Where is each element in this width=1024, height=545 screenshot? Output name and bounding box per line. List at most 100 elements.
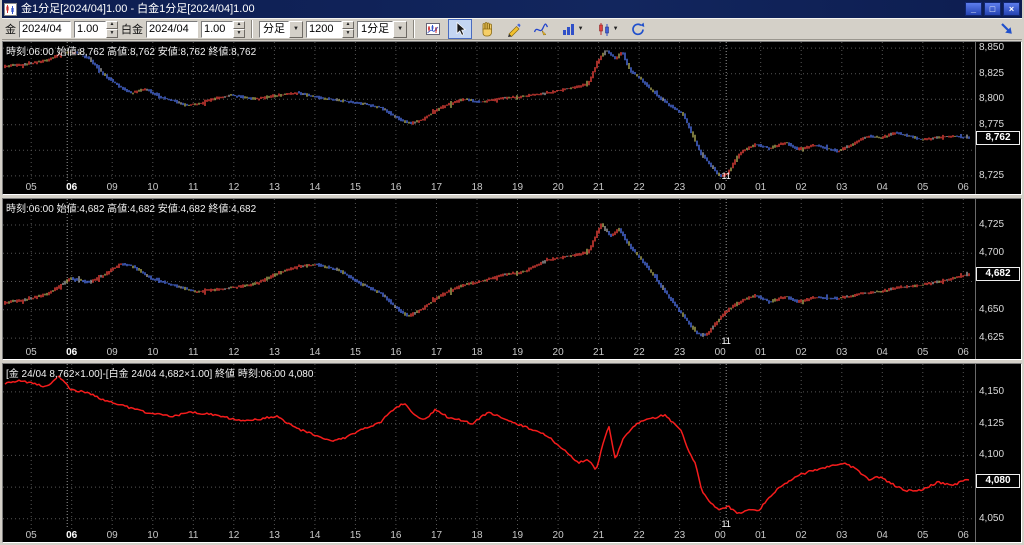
minimize-button[interactable]: _ bbox=[965, 2, 982, 16]
spread-quote-info: [金 24/04 8,762×1.00]-[白金 24/04 4,682×1.0… bbox=[6, 369, 314, 380]
x-axis-label: 16 bbox=[390, 530, 402, 541]
interval-dropdown[interactable]: 1分足 ▼ bbox=[357, 20, 408, 38]
chart-window: 金1分足[2024/04]1.00 - 白金1分足[2024/04]1.00 _… bbox=[0, 0, 1024, 545]
scroll-latest-icon bbox=[1001, 23, 1012, 34]
spread-line-chart[interactable] bbox=[3, 364, 975, 529]
x-axis-label: 22 bbox=[633, 530, 645, 541]
x-axis-label: 11 bbox=[188, 530, 199, 541]
x-axis-label: 04 bbox=[876, 347, 888, 358]
x-axis-label: 05 bbox=[917, 182, 929, 193]
gold-plot[interactable]: 時刻:06:00 始値:8,762 高値:8,762 安値:8,762 終値:8… bbox=[3, 42, 975, 181]
close-button[interactable]: × bbox=[1003, 2, 1020, 16]
y-axis-label: 8,725 bbox=[979, 169, 1005, 181]
title-bar[interactable]: 金1分足[2024/04]1.00 - 白金1分足[2024/04]1.00 _… bbox=[2, 0, 1022, 18]
platinum-multiplier-input[interactable] bbox=[201, 20, 233, 38]
pencil-draw-button[interactable] bbox=[502, 19, 527, 39]
x-axis-label: 12 bbox=[228, 530, 240, 541]
x-axis-label: 10 bbox=[147, 530, 159, 541]
cursor-select-icon bbox=[456, 21, 467, 36]
x-axis-label: 00 bbox=[714, 182, 726, 193]
y-axis-label: 4,625 bbox=[979, 332, 1005, 344]
platinum-candlestick-chart[interactable] bbox=[3, 199, 975, 346]
candle-style-button[interactable]: ▼ bbox=[591, 19, 624, 39]
cursor-select-button[interactable] bbox=[448, 19, 473, 39]
bar-count-up-icon[interactable]: ▲ bbox=[342, 20, 354, 29]
app-icon bbox=[4, 2, 17, 16]
gold-chart-panel: 時刻:06:00 始値:8,762 高値:8,762 安値:8,762 終値:8… bbox=[2, 41, 1022, 195]
gold-multiplier-input[interactable] bbox=[74, 20, 106, 38]
x-axis-label: 19 bbox=[511, 530, 524, 541]
pan-hand-button[interactable] bbox=[475, 19, 500, 39]
candle-style-arrow-icon[interactable]: ▼ bbox=[613, 26, 619, 32]
y-axis-label: 4,100 bbox=[979, 449, 1005, 461]
x-axis-label: 06 bbox=[66, 182, 78, 193]
bar-chart-type-icon bbox=[562, 24, 574, 35]
candle-style-icon bbox=[598, 23, 609, 36]
x-axis-label: 16 bbox=[390, 347, 402, 358]
x-axis-label: 10 bbox=[147, 182, 159, 193]
spread-last-price-box: 4,080 bbox=[976, 473, 1020, 488]
spread-chart-panel: [金 24/04 8,762×1.00]-[白金 24/04 4,682×1.0… bbox=[2, 363, 1022, 543]
gold-price-axis[interactable]: 8,762 8,850 8,825 8,800 8,775 8,725 bbox=[975, 42, 1021, 194]
x-axis-label: 06 bbox=[957, 347, 969, 358]
x-axis-label: 05 bbox=[25, 347, 37, 358]
x-axis-label: 13 bbox=[268, 530, 280, 541]
platinum-multiplier-up-icon[interactable]: ▲ bbox=[233, 20, 245, 29]
x-axis-label: 22 bbox=[633, 182, 645, 193]
period-type-arrow-icon[interactable]: ▼ bbox=[289, 20, 303, 38]
platinum-plot[interactable]: 時刻:06:00 始値:4,682 高値:4,682 安値:4,682 終値:4… bbox=[3, 199, 975, 346]
gold-multiplier-down-icon[interactable]: ▼ bbox=[106, 29, 118, 38]
x-axis-label: 05 bbox=[25, 182, 37, 193]
toolbar-separator bbox=[251, 20, 253, 38]
period-type-dropdown[interactable]: 分足 ▼ bbox=[259, 20, 303, 38]
y-axis-label: 8,850 bbox=[979, 42, 1005, 54]
gold-time-axis: 05 06 09 10 11 12 13 14 15 16 17 18 19 20 21 22 23 00 01 02… bbox=[3, 181, 975, 194]
x-axis-label: 15 bbox=[349, 347, 361, 358]
pan-hand-icon bbox=[482, 22, 493, 37]
x-axis-label: 01 bbox=[755, 347, 767, 358]
x-axis-label: 14 bbox=[309, 530, 321, 541]
x-axis-label: 06 bbox=[957, 182, 969, 193]
x-axis-label: 23 bbox=[674, 182, 686, 193]
refresh-button[interactable] bbox=[626, 19, 651, 39]
bar-chart-type-button[interactable]: ▼ bbox=[556, 19, 589, 39]
platinum-contract-input[interactable] bbox=[146, 20, 198, 38]
x-axis-label: 14 bbox=[309, 347, 321, 358]
x-axis-label: 00 bbox=[714, 347, 726, 358]
gold-quote-info: 時刻:06:00 始値:8,762 高値:8,762 安値:8,762 終値:8… bbox=[6, 47, 257, 58]
spread-time-axis: 05 06 09 10 11 12 13 14 15 16 17 18 19 20 21 22 23 00 01 02… bbox=[3, 529, 975, 542]
spread-price-axis[interactable]: 4,080 4,150 4,125 4,100 4,050 bbox=[975, 364, 1021, 542]
x-axis-label: 14 bbox=[309, 182, 321, 193]
date-marker: 11 bbox=[721, 519, 731, 529]
x-axis-label: 17 bbox=[430, 182, 443, 193]
restore-button[interactable]: □ bbox=[984, 2, 1001, 16]
x-axis-label: 17 bbox=[430, 347, 443, 358]
interval-arrow-icon[interactable]: ▼ bbox=[393, 20, 408, 38]
scroll-latest-button[interactable] bbox=[995, 19, 1019, 39]
chart-setup-button[interactable] bbox=[421, 19, 446, 39]
y-axis-label: 4,650 bbox=[979, 303, 1005, 315]
bar-count-down-icon[interactable]: ▼ bbox=[342, 29, 354, 38]
x-axis-label: 13 bbox=[268, 347, 280, 358]
x-axis-label: 05 bbox=[917, 347, 929, 358]
bar-chart-type-arrow-icon[interactable]: ▼ bbox=[578, 26, 584, 32]
bar-count-input[interactable] bbox=[306, 20, 342, 38]
freehand-draw-button[interactable] bbox=[529, 19, 554, 39]
platinum-multiplier-spinner: ▲ ▼ bbox=[201, 20, 245, 38]
x-axis-label: 01 bbox=[755, 530, 767, 541]
gold-multiplier-up-icon[interactable]: ▲ bbox=[106, 20, 118, 29]
spread-plot[interactable]: [金 24/04 8,762×1.00]-[白金 24/04 4,682×1.0… bbox=[3, 364, 975, 529]
date-marker: 11 bbox=[721, 171, 731, 181]
x-axis-label: 15 bbox=[349, 530, 361, 541]
x-axis-label: 09 bbox=[106, 530, 118, 541]
gold-candlestick-chart[interactable] bbox=[3, 42, 975, 181]
x-axis-label: 02 bbox=[795, 347, 807, 358]
gold-contract-input[interactable] bbox=[19, 20, 71, 38]
x-axis-label: 20 bbox=[552, 347, 564, 358]
x-axis-label: 03 bbox=[836, 530, 848, 541]
pencil-draw-icon bbox=[508, 23, 521, 37]
y-axis-label: 4,125 bbox=[979, 417, 1005, 429]
platinum-price-axis[interactable]: 4,682 4,725 4,700 4,650 4,625 bbox=[975, 199, 1021, 359]
platinum-multiplier-down-icon[interactable]: ▼ bbox=[233, 29, 245, 38]
freehand-draw-icon bbox=[534, 23, 549, 36]
